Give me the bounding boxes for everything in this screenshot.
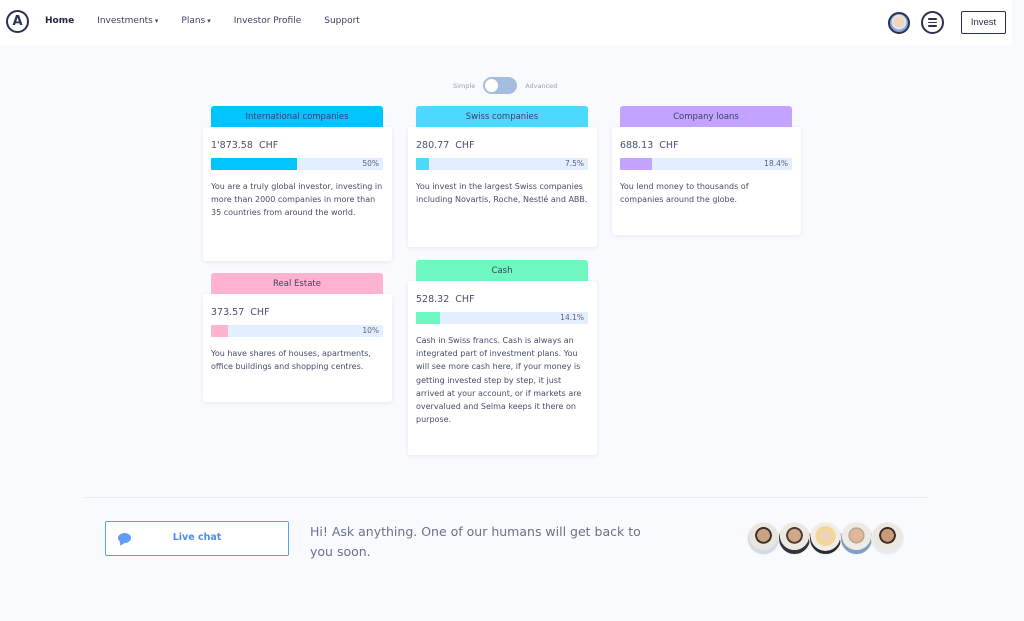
amount-value: 1'873.58 [211,140,253,151]
top-navigation-bar: A Home Investments ▾ Plans ▾ Investor Prof… [0,0,1012,45]
allocation-bar-fill [416,158,429,170]
card-body: 373.57 CHF 10% You have shares of houses… [211,307,383,373]
mode-toggle-row: Simple Advanced [453,77,557,94]
invest-button[interactable]: Invest [961,11,1006,34]
toggle-label-advanced: Advanced [525,81,558,90]
nav-label: Plans [181,16,206,26]
caret-down-icon: ▾ [207,17,211,25]
allocation-percent: 18.4% [764,159,788,168]
allocation-bar: 7.5% [416,158,588,170]
card-body: 280.77 CHF 7.5% You invest in the larges… [416,140,588,206]
allocation-percent: 50% [362,159,379,168]
amount-value: 688.13 [620,140,654,151]
card-description: You have shares of houses, apartments, o… [211,349,371,372]
amount-value: 528.32 [416,294,450,305]
menu-line [928,25,937,27]
card-header: Company loans [620,106,792,127]
nav-item-investments[interactable]: Investments ▾ [97,16,158,26]
card-header: International companies [211,106,383,127]
card-header: Real Estate [211,273,383,294]
allocation-bar-fill [211,325,229,337]
toggle-label-simple: Simple [453,81,476,90]
allocation-bar-fill [620,158,652,170]
nav-label: Support [324,16,360,26]
card-description: You invest in the largest Swiss companie… [416,182,588,205]
nav-label: Investments [97,16,153,26]
team-member-avatar [840,522,873,555]
toggle-knob [485,79,499,92]
amount-currency: CHF [455,140,475,151]
card-amount: 280.77 CHF [416,140,588,151]
card-body: 688.13 CHF 18.4% You lend money to thous… [620,140,792,206]
team-member-avatar [778,522,811,555]
amount-currency: CHF [455,294,475,305]
allocation-bar-fill [211,158,297,170]
caret-down-icon: ▾ [154,17,159,25]
amount-currency: CHF [250,307,270,318]
card-description: You are a truly global investor, investi… [211,182,383,218]
amount-currency: CHF [659,140,679,151]
amount-value: 280.77 [416,140,450,151]
allocation-bar: 14.1% [416,312,588,324]
card-description: You lend money to thousands of companies… [620,182,749,205]
allocation-card-cash: Cash 528.32 CHF 14.1% Cash in Swiss fran… [408,260,597,455]
allocation-card-international: International companies 1'873.58 CHF 50%… [203,106,392,261]
team-member-avatar [747,522,780,555]
card-description: Cash in Swiss francs. Cash is always an … [416,336,582,425]
nav-item-home[interactable]: Home [45,16,74,26]
team-member-avatar [809,522,842,555]
card-body: 528.32 CHF 14.1% Cash in Swiss francs. C… [416,294,588,426]
user-avatar-icon[interactable] [888,12,910,34]
support-message: Hi! Ask anything. One of our humans will… [310,524,641,559]
simple-advanced-toggle[interactable] [483,77,518,94]
allocation-bar-fill [416,312,441,324]
nav-label: Investor Profile [233,16,302,26]
allocation-percent: 14.1% [560,313,584,322]
card-title: Real Estate [273,278,321,289]
live-chat-button[interactable]: Live chat [105,521,289,556]
card-amount: 1'873.58 CHF [211,140,383,151]
card-body: 1'873.58 CHF 50% You are a truly global … [211,140,383,220]
allocation-bar: 50% [211,158,383,170]
section-divider [85,497,927,498]
support-team-avatars [747,522,904,555]
nav-item-support[interactable]: Support [324,16,360,26]
card-header: Cash [416,260,588,281]
card-header: Swiss companies [416,106,588,127]
team-member-avatar [871,522,904,555]
card-title: Swiss companies [465,111,539,122]
card-title: Company loans [673,111,739,122]
card-amount: 688.13 CHF [620,140,792,151]
live-chat-label: Live chat [172,532,222,543]
allocation-card-company-loans: Company loans 688.13 CHF 18.4% You lend … [612,106,801,235]
allocation-percent: 10% [362,326,379,335]
allocation-bar: 10% [211,325,383,337]
main-nav: Home Investments ▾ Plans ▾ Investor Profil… [45,16,383,26]
menu-icon[interactable] [921,11,944,34]
allocation-percent: 7.5% [564,159,584,168]
amount-currency: CHF [258,140,279,151]
menu-line [928,18,937,20]
nav-item-investor-profile[interactable]: Investor Profile [234,16,302,26]
menu-line [928,21,937,24]
logo-icon[interactable]: A [6,10,29,33]
card-title: International companies [245,111,349,122]
allocation-card-real-estate: Real Estate 373.57 CHF 10% You have shar… [203,273,392,402]
amount-value: 373.57 [211,307,245,318]
card-amount: 373.57 CHF [211,307,383,318]
allocation-bar: 18.4% [620,158,792,170]
card-amount: 528.32 CHF [416,294,588,305]
allocation-card-swiss: Swiss companies 280.77 CHF 7.5% You inve… [408,106,597,247]
card-title: Cash [491,265,513,276]
nav-label: Home [45,16,75,26]
nav-item-plans[interactable]: Plans ▾ [181,16,210,26]
